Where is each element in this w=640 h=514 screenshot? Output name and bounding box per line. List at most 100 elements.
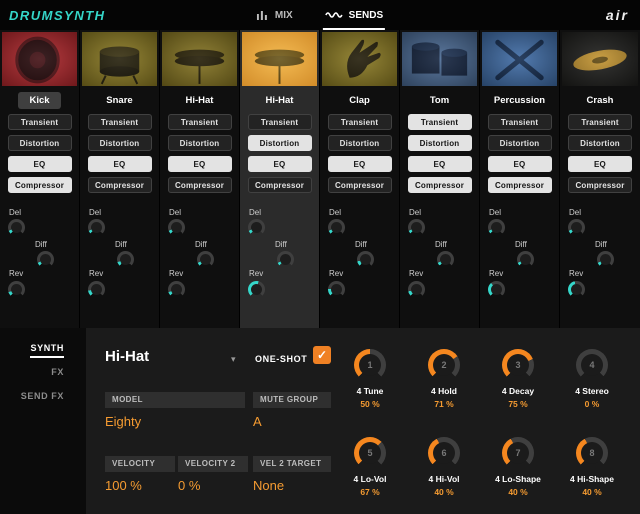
reverb-send-knob[interactable]: [88, 281, 105, 298]
tab-sends[interactable]: SENDS: [323, 0, 385, 30]
knob-cell-tune: 1 4 Tune 50 %: [333, 344, 407, 432]
tab-mix[interactable]: MIX: [255, 0, 295, 30]
pad-selector[interactable]: Hi-Hat: [105, 348, 149, 365]
diffusion-send-knob[interactable]: [117, 251, 134, 268]
transient-button[interactable]: Transient: [328, 114, 392, 130]
sends-section: Del Diff Rev: [80, 199, 159, 328]
vel2-target-field-value[interactable]: None: [253, 478, 284, 493]
compressor-button[interactable]: Compressor: [8, 177, 72, 193]
sidebar-item-send-fx[interactable]: SEND FX: [0, 391, 86, 401]
pad-kick[interactable]: [2, 32, 77, 86]
delay-send-label: Del: [89, 208, 101, 217]
delay-send-knob[interactable]: [488, 219, 505, 236]
diffusion-send-knob[interactable]: [357, 251, 374, 268]
one-shot-checkbox[interactable]: ✓: [313, 346, 331, 364]
eq-button[interactable]: EQ: [328, 156, 392, 172]
compressor-button[interactable]: Compressor: [88, 177, 152, 193]
diffusion-send-knob[interactable]: [277, 251, 294, 268]
fx-buttons: Transient Distortion EQ Compressor: [400, 112, 479, 199]
stereo-knob[interactable]: 4: [576, 349, 608, 381]
eq-button[interactable]: EQ: [88, 156, 152, 172]
diffusion-send-knob[interactable]: [597, 251, 614, 268]
pad-tom[interactable]: [402, 32, 477, 86]
distortion-button[interactable]: Distortion: [408, 135, 472, 151]
compressor-button[interactable]: Compressor: [408, 177, 472, 193]
transient-button[interactable]: Transient: [568, 114, 632, 130]
compressor-button[interactable]: Compressor: [328, 177, 392, 193]
knob-cell-lo-vol: 5 4 Lo-Vol 67 %: [333, 432, 407, 514]
distortion-button[interactable]: Distortion: [488, 135, 552, 151]
reverb-send-label: Rev: [569, 269, 583, 278]
eq-button[interactable]: EQ: [168, 156, 232, 172]
knob-cell-lo-shape: 7 4 Lo-Shape 40 %: [481, 432, 555, 514]
sidebar-item-synth[interactable]: SYNTH: [0, 343, 86, 353]
eq-button[interactable]: EQ: [248, 156, 312, 172]
lo-shape-knob[interactable]: 7: [502, 437, 534, 469]
velocity2-field-value[interactable]: 0 %: [178, 478, 200, 493]
delay-send-knob[interactable]: [408, 219, 425, 236]
eq-button[interactable]: EQ: [408, 156, 472, 172]
distortion-button[interactable]: Distortion: [88, 135, 152, 151]
chevron-down-icon[interactable]: ▾: [231, 354, 236, 365]
pad-snare[interactable]: [82, 32, 157, 86]
hold-knob[interactable]: 2: [428, 349, 460, 381]
distortion-button[interactable]: Distortion: [248, 135, 312, 151]
compressor-button[interactable]: Compressor: [168, 177, 232, 193]
sends-wave-icon: [325, 10, 343, 20]
compressor-button[interactable]: Compressor: [488, 177, 552, 193]
delay-send-knob[interactable]: [168, 219, 185, 236]
mute-group-field-value[interactable]: A: [253, 414, 262, 429]
delay-send-knob[interactable]: [248, 219, 265, 236]
transient-button[interactable]: Transient: [168, 114, 232, 130]
hi-vol-knob[interactable]: 6: [428, 437, 460, 469]
transient-button[interactable]: Transient: [488, 114, 552, 130]
pad-hihat-1[interactable]: [162, 32, 237, 86]
compressor-button[interactable]: Compressor: [248, 177, 312, 193]
distortion-button[interactable]: Distortion: [8, 135, 72, 151]
distortion-button[interactable]: Distortion: [168, 135, 232, 151]
tune-knob[interactable]: 1: [354, 349, 386, 381]
delay-send-knob[interactable]: [8, 219, 25, 236]
pad-clap[interactable]: [322, 32, 397, 86]
reverb-send-label: Rev: [9, 269, 23, 278]
reverb-send-knob[interactable]: [168, 281, 185, 298]
fx-buttons: Transient Distortion EQ Compressor: [240, 112, 319, 199]
distortion-button[interactable]: Distortion: [568, 135, 632, 151]
pad-crash[interactable]: [562, 32, 638, 86]
reverb-send-knob[interactable]: [568, 281, 585, 298]
transient-button[interactable]: Transient: [248, 114, 312, 130]
velocity-field-value[interactable]: 100 %: [105, 478, 142, 493]
model-field-value[interactable]: Eighty: [105, 414, 141, 429]
sidebar-item-fx[interactable]: FX: [0, 367, 86, 377]
reverb-send-label: Rev: [249, 269, 263, 278]
reverb-send-label: Rev: [409, 269, 423, 278]
eq-button[interactable]: EQ: [488, 156, 552, 172]
hi-shape-knob[interactable]: 8: [576, 437, 608, 469]
reverb-send-knob[interactable]: [328, 281, 345, 298]
diffusion-send-knob[interactable]: [37, 251, 54, 268]
delay-send-knob[interactable]: [568, 219, 585, 236]
reverb-send-knob[interactable]: [8, 281, 25, 298]
eq-button[interactable]: EQ: [568, 156, 632, 172]
diffusion-send-knob[interactable]: [197, 251, 214, 268]
eq-button[interactable]: EQ: [8, 156, 72, 172]
pad-label-kick: Kick: [0, 88, 79, 112]
delay-send-knob[interactable]: [328, 219, 345, 236]
drumsynth-logo: DRUMSYNTH: [9, 8, 106, 23]
diffusion-send-knob[interactable]: [517, 251, 534, 268]
transient-button[interactable]: Transient: [408, 114, 472, 130]
distortion-button[interactable]: Distortion: [328, 135, 392, 151]
decay-knob[interactable]: 3: [502, 349, 534, 381]
pad-hihat-2-selected[interactable]: [242, 32, 317, 86]
transient-button[interactable]: Transient: [88, 114, 152, 130]
reverb-send-knob[interactable]: [488, 281, 505, 298]
reverb-send-knob[interactable]: [408, 281, 425, 298]
compressor-button[interactable]: Compressor: [568, 177, 632, 193]
pad-percussion[interactable]: [482, 32, 557, 86]
pad-label-snare: Snare: [80, 88, 159, 112]
delay-send-knob[interactable]: [88, 219, 105, 236]
transient-button[interactable]: Transient: [8, 114, 72, 130]
reverb-send-knob[interactable]: [248, 281, 265, 298]
diffusion-send-knob[interactable]: [437, 251, 454, 268]
lo-vol-knob[interactable]: 5: [354, 437, 386, 469]
